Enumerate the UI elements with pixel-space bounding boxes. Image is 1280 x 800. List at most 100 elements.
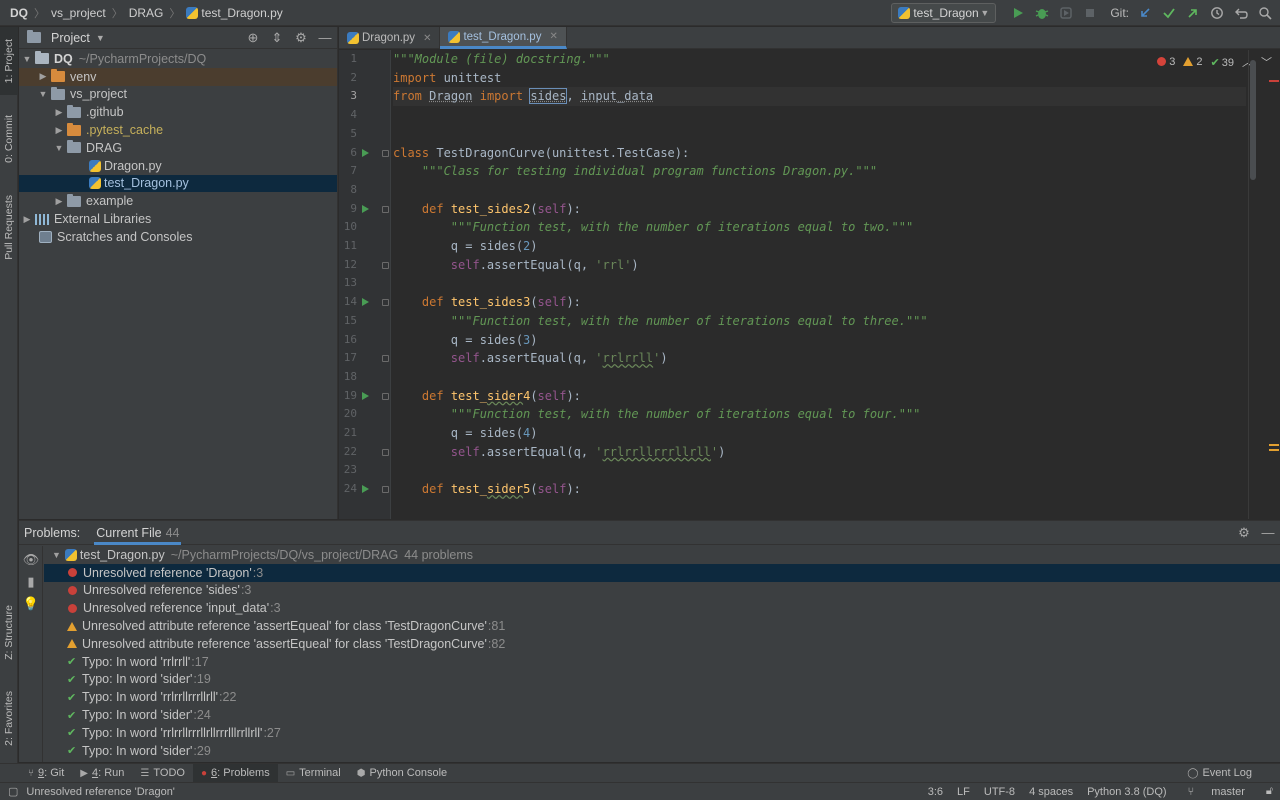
tree-item-dq[interactable]: ▼ DQ ~/PycharmProjects/DQ — [19, 50, 337, 68]
problem-item[interactable]: ✔ Typo: In word 'rrlrrllrrrllrllrrrlllrrl… — [44, 724, 1280, 742]
error-count[interactable]: 3 — [1157, 56, 1175, 68]
tree-item-drag[interactable]: ▼ DRAG — [19, 139, 337, 157]
tree-item-scratches[interactable]: Scratches and Consoles — [19, 228, 337, 246]
problem-item[interactable]: ✔ Typo: In word 'sider':24 — [44, 706, 1280, 724]
run-test-icon[interactable] — [362, 148, 369, 157]
chevron-right-icon[interactable]: ▶ — [51, 125, 67, 136]
stop-button[interactable] — [1079, 2, 1101, 24]
run-test-icon[interactable] — [362, 391, 369, 400]
lock-icon[interactable]: 🔓︎ — [1266, 785, 1273, 798]
git-commit-button[interactable] — [1158, 2, 1180, 24]
breadcrumb-test-dragon[interactable]: test_Dragon.py — [201, 6, 282, 20]
code-editor[interactable]: 1 2 3 4 5 6 7 8 9 10 11 12 13 14 15 16 1… — [339, 50, 1280, 519]
git-update-button[interactable] — [1134, 2, 1156, 24]
locate-file-icon[interactable]: ⊕ — [241, 30, 265, 46]
run-test-icon[interactable] — [362, 298, 369, 307]
tool-tab-commit[interactable]: 0: Commit — [0, 103, 18, 175]
scrollbar-thumb[interactable] — [1250, 60, 1256, 180]
fold-icon[interactable] — [382, 355, 389, 363]
tool-tab-pull-requests[interactable]: Pull Requests — [0, 185, 18, 269]
problem-item[interactable]: Unresolved reference 'sides':3 — [44, 582, 1280, 600]
project-panel-title[interactable]: Project — [51, 31, 90, 45]
git-branch[interactable]: ⑂ master — [1181, 786, 1252, 798]
error-stripe-mark[interactable] — [1269, 444, 1279, 446]
tool-tab-terminal[interactable]: ▭ Terminal — [278, 764, 349, 783]
chevron-right-icon[interactable]: ▶ — [35, 71, 51, 82]
tool-tab-python-console[interactable]: ⬢ Python Console — [349, 764, 455, 783]
chevron-right-icon[interactable]: ▶ — [51, 107, 67, 118]
tool-tab-favorites[interactable]: 2: Favorites — [0, 679, 18, 757]
close-icon[interactable]: ✕ — [423, 33, 431, 44]
line-separator[interactable]: LF — [957, 786, 970, 798]
lightbulb-icon[interactable]: 💡 — [19, 596, 43, 612]
typo-count[interactable]: ✔ 39 — [1211, 56, 1234, 69]
fold-icon[interactable] — [382, 261, 389, 269]
chevron-down-icon[interactable]: ▼ — [51, 143, 67, 153]
warning-count[interactable]: 2 — [1183, 56, 1203, 68]
tool-tab-run[interactable]: ▶ 4: Run — [72, 764, 132, 783]
git-push-button[interactable] — [1182, 2, 1204, 24]
problem-item[interactable]: ✔ Typo: In word 'sider':19 — [44, 671, 1280, 689]
run-button[interactable] — [1007, 2, 1029, 24]
fold-icon[interactable] — [382, 299, 389, 307]
tree-item-dragon-py[interactable]: Dragon.py — [19, 157, 337, 175]
chevron-down-icon[interactable]: ▼ — [19, 54, 35, 64]
close-icon[interactable]: ✕ — [549, 31, 557, 42]
debug-button[interactable] — [1031, 2, 1053, 24]
problem-item[interactable]: Unresolved attribute reference 'assertEq… — [44, 635, 1280, 653]
chevron-down-icon[interactable]: ▼ — [96, 33, 105, 43]
problem-item[interactable]: ✔ Typo: In word 'rrlrrllrrrllrll':22 — [44, 688, 1280, 706]
tab-dragon-py[interactable]: Dragon.py ✕ — [339, 27, 441, 49]
tree-item-test-dragon-py[interactable]: test_Dragon.py — [19, 174, 337, 193]
preview-icon[interactable]: ▮ — [19, 574, 43, 590]
problem-item[interactable]: Unresolved reference 'input_data':3 — [44, 599, 1280, 617]
run-test-icon[interactable] — [362, 204, 369, 213]
tool-tab-structure[interactable]: Z: Structure — [0, 595, 18, 669]
problem-item[interactable]: ✔ Typo: In word 'sider':29 — [44, 742, 1280, 760]
fold-icon[interactable] — [382, 392, 389, 400]
run-test-icon[interactable] — [362, 485, 369, 494]
run-with-coverage-button[interactable] — [1055, 2, 1077, 24]
tool-tab-git[interactable]: ⑂ 9: Git — [20, 764, 72, 783]
gear-icon[interactable]: ⚙ — [289, 30, 313, 46]
tree-item-example[interactable]: ▶ example — [19, 192, 337, 210]
problem-item[interactable]: Unresolved reference 'Dragon':3 — [44, 563, 1280, 582]
tool-tab-event-log[interactable]: ◯ Event Log — [1179, 764, 1260, 783]
tree-item-venv[interactable]: ▶ venv — [19, 67, 337, 86]
fold-icon[interactable] — [382, 486, 389, 494]
search-everywhere-button[interactable] — [1254, 2, 1276, 24]
breadcrumb-vs-project[interactable]: vs_project — [51, 6, 106, 20]
file-encoding[interactable]: UTF-8 — [984, 786, 1015, 798]
chevron-down-icon[interactable]: ▼ — [35, 89, 51, 99]
git-rollback-button[interactable] — [1230, 2, 1252, 24]
tab-test-dragon-py[interactable]: test_Dragon.py ✕ — [440, 27, 567, 49]
problem-item[interactable]: Unresolved attribute reference 'assertEq… — [44, 617, 1280, 635]
caret-position[interactable]: 3:6 — [928, 786, 943, 798]
minimize-icon[interactable]: — — [1256, 525, 1280, 541]
indent-setting[interactable]: 4 spaces — [1029, 786, 1073, 798]
problem-item[interactable]: ✔ Typo: In word 'rrlrrll':17 — [44, 653, 1280, 671]
panel-toggle-icon[interactable]: ▢ — [8, 785, 18, 798]
gear-icon[interactable]: ⚙ — [1232, 525, 1256, 541]
tool-tab-todo[interactable]: ☰ TODO — [132, 764, 193, 783]
chevron-down-icon[interactable]: ▼ — [52, 550, 61, 560]
fold-icon[interactable] — [382, 205, 389, 213]
breadcrumb-dq[interactable]: DQ — [10, 6, 28, 20]
minimize-icon[interactable]: — — [313, 30, 337, 45]
tool-tab-project[interactable]: 1: Project — [0, 27, 18, 95]
run-configuration-select[interactable]: test_Dragon ▼ — [891, 3, 997, 23]
git-history-button[interactable] — [1206, 2, 1228, 24]
breadcrumb-drag[interactable]: DRAG — [129, 6, 164, 20]
editor-scrollbar[interactable] — [1248, 50, 1256, 519]
tree-item-pytest-cache[interactable]: ▶ .pytest_cache — [19, 121, 337, 139]
fold-icon[interactable] — [382, 448, 389, 456]
error-stripe[interactable] — [1266, 50, 1280, 519]
chevron-right-icon[interactable]: ▶ — [19, 214, 35, 225]
chevron-right-icon[interactable]: ▶ — [51, 196, 67, 207]
tree-item-external-libraries[interactable]: ▶ External Libraries — [19, 210, 337, 228]
fold-icon[interactable] — [382, 149, 389, 157]
tab-current-file[interactable]: Current File 44 — [94, 521, 182, 545]
tree-item-vs-project[interactable]: ▼ vs_project — [19, 86, 337, 104]
tool-tab-problems[interactable]: ● 6: Problems — [192, 763, 278, 783]
error-stripe-mark[interactable] — [1269, 80, 1279, 82]
